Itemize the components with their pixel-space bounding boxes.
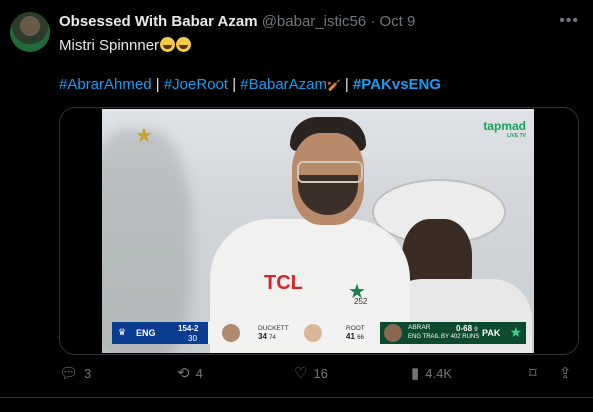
share-button[interactable]: ⇪ <box>559 366 572 381</box>
batter1-runs: 34 <box>258 332 267 341</box>
broadcaster-name: tapmad <box>483 119 526 133</box>
like-button[interactable]: ♡ 16 <box>294 366 328 381</box>
cricket-emoji-icon: 🏏 <box>327 80 341 92</box>
bowler-overs: 9 <box>474 327 478 333</box>
views-icon: ▮ <box>411 365 420 382</box>
bowler-figures: 0-68 9 <box>456 324 478 333</box>
batter2-balls: 66 <box>357 335 364 341</box>
broadcaster-logo: tapmad LIVE TV <box>483 119 526 139</box>
eng-crest-icon: ♛ <box>118 327 127 337</box>
player-glasses <box>297 161 363 183</box>
more-options-icon[interactable]: ••• <box>559 12 579 30</box>
share-icon: ⇪ <box>559 365 572 382</box>
batting-team: ENG <box>136 328 156 338</box>
meta-separator: · <box>370 13 376 30</box>
pcb-logo-icon: ★ <box>135 125 153 147</box>
hashtag-link[interactable]: #BabarAzam <box>240 76 327 93</box>
scoreboard: ♛ ENG 154-2 30 DUCKETT 34 74 ROOT 41 66 … <box>112 322 526 344</box>
tag-separator: | <box>155 76 160 93</box>
batter1-balls: 74 <box>269 335 276 341</box>
view-count: 4.4K <box>425 366 453 381</box>
reply-button[interactable]: 💬︎ 3 <box>59 366 91 381</box>
bookmark-button[interactable]: ⌑ <box>529 366 537 381</box>
repost-count: 4 <box>195 366 203 381</box>
hashtags: #AbrarAhmed | #JoeRoot | #BabarAzam🏏 | #… <box>59 76 441 93</box>
hashtag-link[interactable]: #AbrarAhmed <box>59 76 152 93</box>
broadcaster-sub: LIVE TV <box>507 133 526 139</box>
handle[interactable]: @babar_istic56 <box>262 13 366 30</box>
post-text-body: Mistri Spinnner <box>59 37 160 54</box>
grin-emoji-icon <box>160 37 176 52</box>
team-overs: 30 <box>188 334 197 343</box>
bowler-avatar <box>384 324 402 342</box>
bowling-team-panel: ABRAR 0-68 9 ENG TRAIL BY 402 RUNS PAK ★ <box>380 322 526 344</box>
post-text: Mistri Spinnner <box>59 37 192 54</box>
background-figure <box>102 129 192 353</box>
batter2-avatar <box>304 324 322 342</box>
hashtag-link[interactable]: #JoeRoot <box>164 76 228 93</box>
batter1-name: DUCKETT <box>258 325 289 332</box>
trail-text: ENG TRAIL BY 402 RUNS <box>408 334 480 340</box>
post-date[interactable]: Oct 9 <box>380 13 416 30</box>
batter2-name: ROOT <box>346 325 365 332</box>
batter1-avatar <box>222 324 240 342</box>
heart-icon: ♡ <box>294 365 308 382</box>
bookmark-icon: ⌑ <box>529 365 537 382</box>
batting-team-panel: ♛ ENG 154-2 30 <box>112 322 208 344</box>
tag-separator: | <box>232 76 237 93</box>
views-button[interactable]: ▮ 4.4K <box>411 366 452 381</box>
team-score: 154-2 <box>178 324 199 333</box>
grin-emoji-icon <box>176 37 192 52</box>
post-header: Obsessed With Babar Azam @babar_istic56 … <box>59 13 415 30</box>
bowler-name: ABRAR <box>408 324 431 331</box>
like-count: 16 <box>313 366 328 381</box>
hashtag-link[interactable]: #PAKvsENG <box>353 76 441 93</box>
batter2-runs: 41 <box>346 332 355 341</box>
reply-icon: 💬︎ <box>59 365 79 382</box>
tag-separator: | <box>344 76 349 93</box>
reply-count: 3 <box>84 366 92 381</box>
action-bar: 💬︎ 3 ⟲ 4 ♡ 16 ▮ 4.4K ⌑ ⇪ <box>59 366 579 386</box>
bowling-team: PAK <box>482 328 501 338</box>
video-player[interactable]: TCL ★ 252 ★ tapmad LIVE TV ♛ ENG 154-2 3… <box>59 107 579 355</box>
repost-button[interactable]: ⟲ 4 <box>177 366 203 381</box>
display-name[interactable]: Obsessed With Babar Azam <box>59 13 258 30</box>
bowler-figures-value: 0-68 <box>456 324 473 333</box>
batter1: DUCKETT 34 74 <box>258 325 289 341</box>
video-frame[interactable]: TCL ★ 252 ★ tapmad LIVE TV ♛ ENG 154-2 3… <box>102 109 534 353</box>
avatar[interactable] <box>10 12 50 52</box>
pak-star-icon: ★ <box>509 324 522 340</box>
jersey-sponsor: TCL <box>264 272 303 294</box>
jersey-number: 252 <box>354 297 368 306</box>
batter2: ROOT 41 66 <box>346 325 365 341</box>
repost-icon: ⟲ <box>177 365 190 382</box>
divider <box>0 397 593 398</box>
